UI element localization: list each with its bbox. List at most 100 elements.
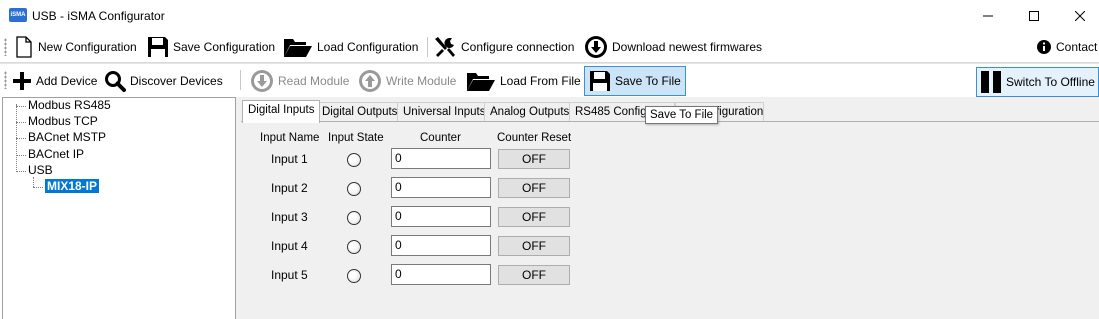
upload-circle-icon (359, 70, 381, 92)
tree-item-usb[interactable]: USB (28, 163, 53, 177)
header-counter: Counter (420, 132, 461, 144)
close-button[interactable] (1057, 0, 1099, 32)
counter-reset-button[interactable]: OFF (498, 178, 570, 198)
counter-reset-button[interactable]: OFF (498, 149, 570, 169)
counter-reset-button[interactable]: OFF (498, 207, 570, 227)
counter-reset-button[interactable]: OFF (498, 265, 570, 285)
input-state-indicator (347, 153, 361, 167)
save-icon (590, 71, 610, 91)
plus-icon (13, 72, 31, 90)
discover-devices-label: Discover Devices (130, 74, 223, 88)
tab-digital-outputs[interactable]: Digital Outputs (316, 102, 404, 122)
input-state-indicator (347, 240, 361, 254)
input-name: Input 2 (271, 181, 308, 195)
counter-field[interactable]: 0 (391, 148, 491, 169)
input-state-indicator (347, 211, 361, 225)
counter-field[interactable]: 0 (391, 235, 491, 256)
tooltip: Save To File (645, 106, 719, 124)
switch-offline-button[interactable]: Switch To Offline (976, 67, 1099, 97)
tree-connector (16, 138, 26, 139)
add-device-label: Add Device (36, 74, 98, 88)
load-from-file-button[interactable]: Load From File (466, 69, 581, 93)
input-name: Input 5 (271, 268, 308, 282)
close-icon (1075, 11, 1085, 21)
add-device-button[interactable]: Add Device (12, 69, 97, 93)
minimize-button[interactable] (965, 0, 1011, 32)
toolbar-grip[interactable] (4, 38, 7, 56)
tree-item-modbus-rs485[interactable]: Modbus RS485 (28, 98, 111, 112)
tab-analog-outputs[interactable]: Analog Outputs (484, 102, 576, 122)
save-configuration-label: Save Configuration (173, 40, 276, 54)
load-configuration-label: Load Configuration (317, 40, 419, 54)
counter-reset-button[interactable]: OFF (498, 236, 570, 256)
load-from-file-label: Load From File (500, 74, 581, 88)
tab-universal-inputs[interactable]: Universal Inputs (397, 102, 492, 122)
header-input-name: Input Name (260, 132, 320, 144)
save-icon (148, 37, 168, 57)
write-module-label: Write Module (386, 74, 457, 88)
new-document-icon (16, 36, 32, 58)
read-module-button[interactable]: Read Module (250, 69, 349, 93)
discover-devices-button[interactable]: Discover Devices (104, 69, 223, 93)
toolbar-separator (427, 37, 428, 57)
input-name: Input 4 (271, 239, 308, 253)
minimize-icon (983, 15, 993, 17)
search-icon (105, 71, 126, 92)
header-counter-reset: Counter Reset (497, 132, 572, 144)
tree-connector (16, 122, 26, 123)
configure-connection-label: Configure connection (461, 40, 575, 54)
device-tree[interactable]: Modbus RS485 Modbus TCP BACnet MSTP BACn… (2, 97, 236, 319)
counter-field[interactable]: 0 (391, 177, 491, 198)
tree-item-bacnet-ip[interactable]: BACnet IP (28, 147, 84, 161)
save-to-file-label: Save To File (615, 74, 681, 88)
module-content: Digital Inputs Digital Outputs Universal… (240, 97, 1099, 319)
download-firmwares-label: Download newest firmwares (612, 40, 763, 54)
configure-connection-button[interactable]: Configure connection (433, 35, 574, 59)
toolbar-grip[interactable] (4, 71, 7, 89)
app-logo-icon: iSMA (9, 8, 27, 22)
main-toolbar: New Configuration Save Configuration Loa… (0, 32, 1099, 62)
tree-connector (16, 171, 26, 172)
tree-item-bacnet-mstp[interactable]: BACnet MSTP (28, 130, 106, 144)
input-state-indicator (347, 182, 361, 196)
download-firmwares-button[interactable]: Download newest firmwares (584, 35, 762, 59)
app-window: iSMA USB - iSMA Configurator New Configu… (0, 0, 1099, 319)
switch-offline-label: Switch To Offline (1006, 75, 1095, 89)
info-icon (1037, 40, 1051, 54)
new-configuration-label: New Configuration (38, 40, 137, 54)
input-name: Input 1 (271, 152, 308, 166)
input-name: Input 3 (271, 210, 308, 224)
switch-offline-content: Switch To Offline (980, 70, 1095, 94)
tree-connector (16, 155, 26, 156)
save-to-file-button[interactable]: Save To File (584, 66, 686, 96)
pause-icon (981, 71, 1001, 93)
tree-item-modbus-tcp[interactable]: Modbus TCP (28, 114, 98, 128)
folder-open-icon (467, 73, 495, 91)
counter-field[interactable]: 0 (391, 206, 491, 227)
window-title: USB - iSMA Configurator (32, 9, 165, 23)
tree-item-mix18-ip[interactable]: MIX18-IP (45, 179, 100, 193)
digital-inputs-panel: Input Name Input State Counter Counter R… (241, 121, 1099, 319)
write-module-button[interactable]: Write Module (358, 69, 456, 93)
save-configuration-button[interactable]: Save Configuration (147, 35, 275, 59)
contact-button[interactable]: Contact (1036, 35, 1097, 59)
title-bar: iSMA USB - iSMA Configurator (0, 0, 1099, 32)
folder-open-icon (284, 39, 312, 57)
tab-digital-inputs[interactable]: Digital Inputs (242, 100, 321, 123)
counter-field[interactable]: 0 (391, 264, 491, 285)
new-configuration-button[interactable]: New Configuration (14, 35, 137, 59)
tools-icon (435, 37, 455, 57)
tree-connector (33, 177, 34, 187)
device-toolbar: Add Device Discover Devices Read Module … (0, 63, 1099, 97)
contact-label: Contact (1056, 40, 1098, 54)
tree-connector (33, 187, 43, 188)
header-input-state: Input State (328, 132, 384, 144)
read-module-label: Read Module (278, 74, 350, 88)
download-circle-icon (585, 36, 607, 58)
tree-connector (16, 106, 26, 107)
maximize-button[interactable] (1011, 0, 1057, 32)
tree-connector (16, 104, 17, 170)
load-configuration-button[interactable]: Load Configuration (283, 35, 418, 59)
maximize-icon (1029, 11, 1039, 21)
toolbar-separator (240, 70, 241, 90)
